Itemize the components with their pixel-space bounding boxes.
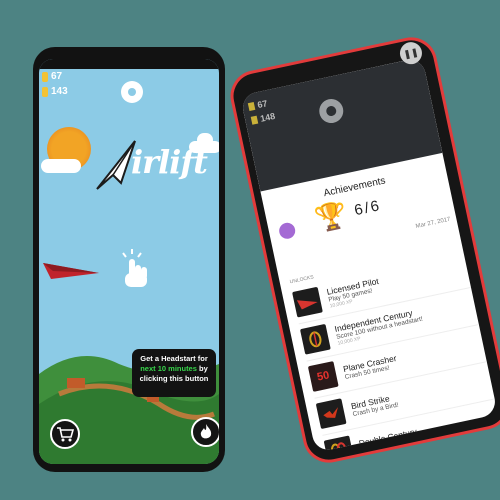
bird-icon (315, 398, 347, 430)
trophy-counter: 67 (42, 71, 62, 82)
red-plane-icon (43, 263, 99, 279)
coin-counter: 143 (42, 86, 68, 97)
trophy-count: 67 (256, 98, 269, 111)
logo-text: irlift (131, 143, 208, 181)
shop-button[interactable] (50, 419, 80, 449)
cart-icon (57, 427, 74, 442)
tooltip-line-3: clicking this button (139, 374, 209, 383)
coin-icon (250, 115, 259, 125)
unlocks-label: UNLOCKS (289, 274, 315, 286)
coin-counter: 148 (250, 110, 277, 126)
airlift-logo: irlift (91, 137, 208, 207)
headstart-button[interactable] (191, 417, 219, 447)
trophy-count: 67 (51, 71, 63, 82)
tap-hand-icon (122, 249, 147, 287)
trophy-counter: 67 (247, 98, 269, 112)
tooltip-line-2: by (199, 364, 208, 373)
game-screen: 67 143 irlift Get a Headstart for next 1… (39, 59, 219, 464)
left-phone: 67 143 irlift Get a Headstart for next 1… (33, 47, 225, 472)
coin-icon (42, 86, 48, 97)
coin-count: 148 (259, 110, 277, 124)
trophy-icon (247, 101, 256, 112)
red-plane-icon (292, 286, 323, 318)
flame-icon (200, 424, 212, 439)
status-bar (39, 59, 219, 69)
trophy-icon (42, 71, 48, 82)
tooltip-line-1: Get a Headstart for (140, 354, 208, 363)
trophy-icon: 🏆 (312, 198, 351, 235)
achievement-count: 6/6 (352, 196, 383, 220)
fifty-icon: 50 (307, 361, 339, 392)
headstart-tooltip: Get a Headstart for next 10 minutes by c… (132, 349, 216, 397)
coin-count: 143 (51, 86, 68, 97)
avatar (277, 221, 297, 241)
right-phone: 67 148 Achievements 🏆 6/6 Mar 27, 2017 U… (225, 32, 500, 468)
cloud-graphic (41, 159, 81, 173)
achievements-screen: 67 148 Achievements 🏆 6/6 Mar 27, 2017 U… (240, 56, 498, 453)
ring-icon (299, 323, 331, 355)
tooltip-highlight: next 10 minutes (140, 364, 197, 373)
achievement-date: Mar 27, 2017 (415, 216, 452, 230)
pause-button[interactable] (121, 81, 143, 103)
pause-button[interactable] (317, 96, 346, 126)
